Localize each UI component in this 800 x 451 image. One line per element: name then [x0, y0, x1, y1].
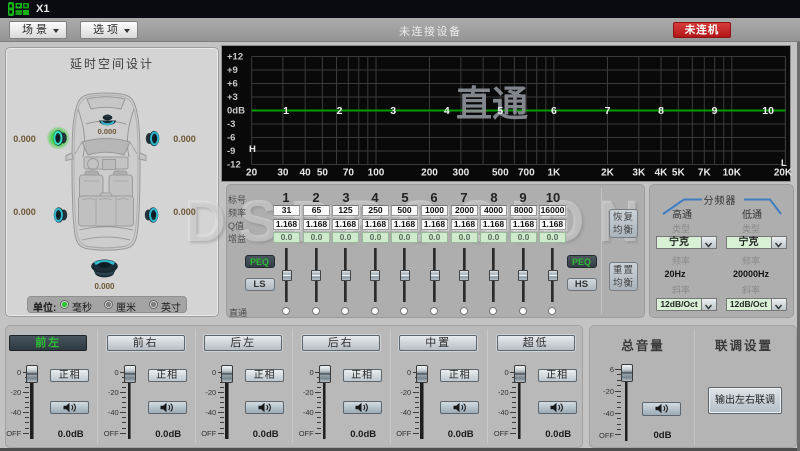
svg-text:+12: +12: [227, 52, 243, 63]
svg-text:40: 40: [300, 168, 312, 179]
svg-text:1K: 1K: [548, 168, 562, 179]
svg-text:500: 500: [492, 168, 509, 179]
svg-text:300: 300: [453, 168, 470, 179]
svg-text:7K: 7K: [698, 168, 712, 179]
svg-text:20: 20: [246, 168, 258, 179]
svg-text:5K: 5K: [672, 168, 686, 179]
svg-text:H: H: [249, 144, 256, 155]
svg-text:+6: +6: [227, 79, 238, 90]
svg-text:10: 10: [762, 105, 774, 117]
svg-text:直通: 直通: [456, 83, 528, 124]
svg-text:6: 6: [551, 105, 557, 117]
svg-text:+9: +9: [227, 65, 238, 76]
svg-text:7: 7: [605, 105, 611, 117]
svg-text:4K: 4K: [655, 168, 669, 179]
svg-text:20K: 20K: [774, 168, 793, 179]
svg-text:3: 3: [390, 105, 396, 117]
svg-text:100: 100: [368, 168, 385, 179]
svg-text:1: 1: [283, 105, 289, 117]
svg-text:-12: -12: [227, 160, 241, 171]
svg-text:-3: -3: [227, 119, 235, 130]
svg-text:50: 50: [317, 168, 329, 179]
svg-text:0dB: 0dB: [227, 106, 245, 117]
svg-text:9: 9: [712, 105, 718, 117]
svg-text:30: 30: [277, 168, 289, 179]
svg-text:4: 4: [444, 105, 450, 117]
svg-text:8: 8: [658, 105, 664, 117]
svg-text:200: 200: [421, 168, 438, 179]
svg-text:3K: 3K: [632, 168, 646, 179]
svg-text:-6: -6: [227, 133, 235, 144]
svg-text:70: 70: [343, 168, 355, 179]
svg-text:2K: 2K: [601, 168, 615, 179]
svg-text:L: L: [781, 158, 787, 169]
svg-text:10K: 10K: [723, 168, 742, 179]
svg-text:+3: +3: [227, 92, 238, 103]
svg-text:700: 700: [518, 168, 535, 179]
svg-text:-9: -9: [227, 146, 235, 157]
svg-text:5: 5: [497, 105, 503, 117]
svg-text:2: 2: [337, 105, 343, 117]
